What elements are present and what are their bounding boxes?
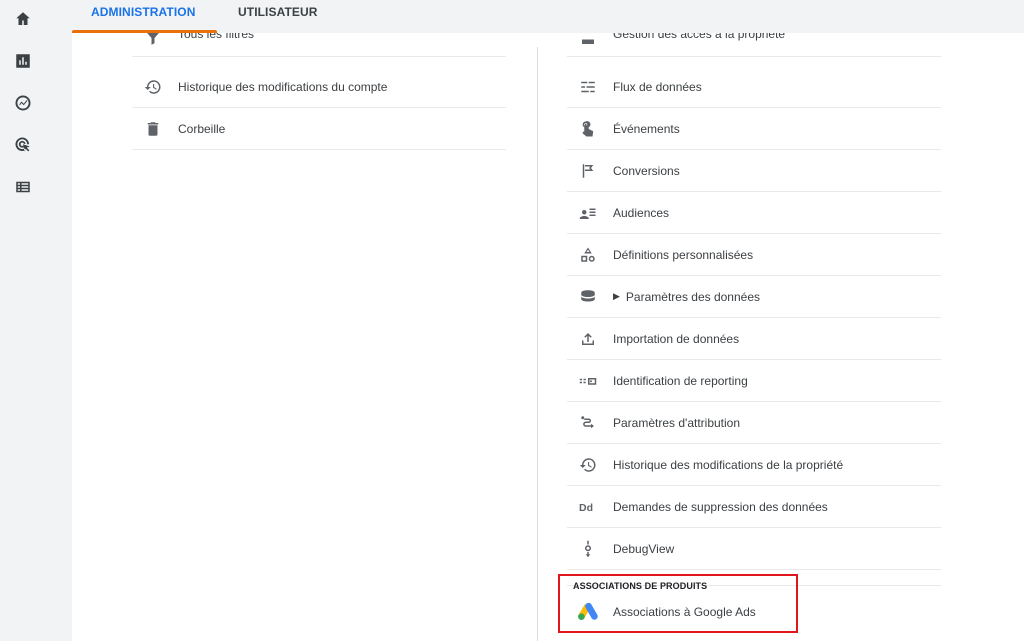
list-item-events[interactable]: Événements (567, 108, 941, 150)
explore-icon[interactable] (14, 94, 32, 112)
list-item-audiences[interactable]: Audiences (567, 192, 941, 234)
list-item-property-history[interactable]: Historique des modifications de la propr… (567, 444, 941, 486)
reports-icon[interactable] (14, 52, 32, 70)
column-divider (537, 47, 538, 641)
advertising-icon[interactable] (14, 136, 32, 154)
list-item-label: Importation de données (613, 331, 740, 346)
custom-definitions-icon (577, 244, 599, 266)
list-item-label: Conversions (613, 163, 680, 178)
tab-administration[interactable]: ADMINISTRATION (91, 5, 196, 33)
list-item-reporting-identity[interactable]: Identification de reporting (567, 360, 941, 402)
list-item-label: DebugView (613, 541, 675, 556)
attribution-icon (577, 412, 599, 434)
list-item-label: Flux de données (613, 79, 702, 94)
list-item-label: Identification de reporting (613, 373, 748, 388)
list-item-label: Audiences (613, 205, 670, 220)
list-item-property-access[interactable]: Gestion des accès à la propriété (567, 33, 941, 57)
list-item-label: Historique des modifications du compte (178, 79, 388, 94)
list-item-label: Événements (613, 121, 680, 136)
left-nav-rail (0, 0, 46, 641)
list-item-label: Gestion des accès à la propriété (613, 33, 786, 41)
list-item-data-deletion[interactable]: Dd Demandes de suppression des données (567, 486, 941, 528)
history-icon (142, 76, 164, 98)
configure-icon[interactable] (14, 178, 32, 196)
expand-caret-icon[interactable]: ▶ (613, 291, 620, 302)
history-icon (577, 454, 599, 476)
upload-icon (577, 328, 599, 350)
list-item-label: Paramètres des données (625, 289, 761, 304)
database-icon (577, 286, 599, 308)
list-item-label: Historique des modifications de la propr… (613, 457, 844, 472)
flag-icon (577, 160, 599, 182)
list-item-label: Paramètres d'attribution (613, 415, 741, 430)
debug-icon (577, 538, 599, 560)
filter-icon (142, 33, 164, 49)
list-item-all-filters[interactable]: Tous les filtres (132, 33, 506, 57)
list-item-label: Corbeille (178, 121, 226, 136)
list-item-attribution-settings[interactable]: Paramètres d'attribution (567, 402, 941, 444)
list-item-label: Tous les filtres (178, 33, 255, 41)
events-icon (577, 118, 599, 140)
list-item-data-streams[interactable]: Flux de données (567, 66, 941, 108)
reporting-identity-icon (577, 370, 599, 392)
list-item-label: Définitions personnalisées (613, 247, 754, 262)
data-deletion-icon: Dd (577, 496, 599, 518)
admin-content-panel: Tous les filtres Historique des modifica… (72, 33, 1024, 641)
access-icon (577, 33, 599, 49)
list-item-data-import[interactable]: Importation de données (567, 318, 941, 360)
list-item-trash[interactable]: Corbeille (132, 108, 506, 150)
list-item-custom-definitions[interactable]: Définitions personnalisées (567, 234, 941, 276)
audiences-icon (577, 202, 599, 224)
list-item-data-settings[interactable]: ▶ Paramètres des données (567, 276, 941, 318)
data-streams-icon (577, 76, 599, 98)
svg-text:Dd: Dd (579, 501, 593, 513)
admin-tab-bar: ADMINISTRATION UTILISATEUR (46, 0, 1024, 33)
tab-utilisateur[interactable]: UTILISATEUR (238, 5, 318, 33)
list-item-label: Demandes de suppression des données (613, 499, 828, 514)
list-item-conversions[interactable]: Conversions (567, 150, 941, 192)
highlight-box (558, 574, 798, 633)
list-item-account-history[interactable]: Historique des modifications du compte (132, 66, 506, 108)
list-item-debugview[interactable]: DebugView (567, 528, 941, 570)
home-icon[interactable] (14, 10, 32, 28)
trash-icon (142, 118, 164, 140)
